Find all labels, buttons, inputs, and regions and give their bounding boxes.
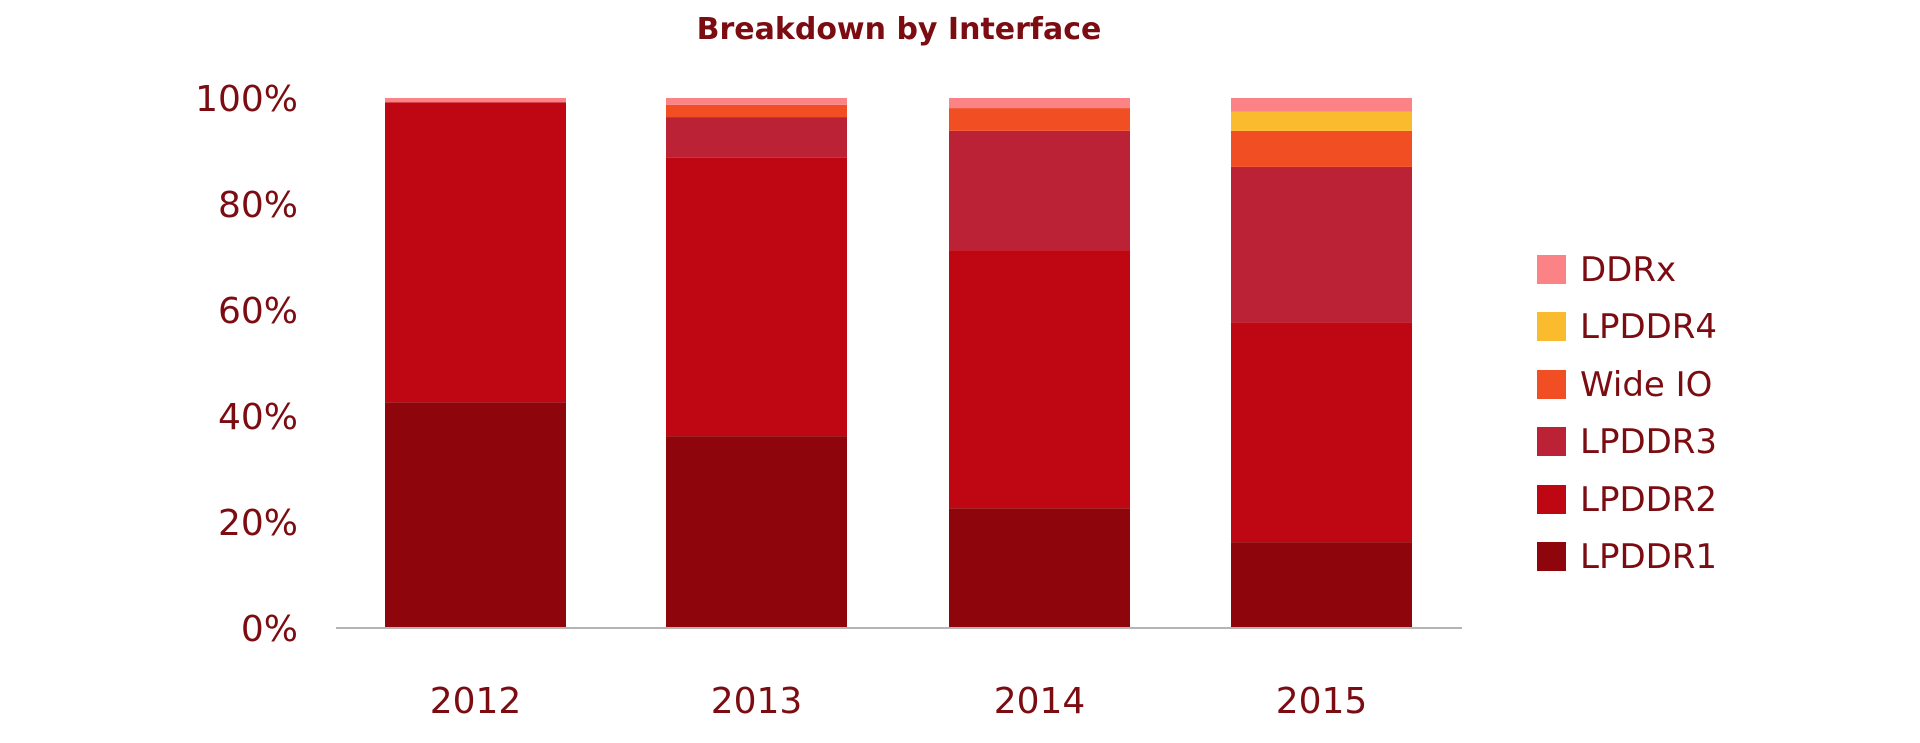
legend-label: LPDDR4 <box>1580 307 1717 347</box>
bar-segment-lpddr3 <box>949 130 1130 251</box>
x-tick-label: 2013 <box>711 681 803 722</box>
y-tick-label: 100% <box>195 79 298 120</box>
legend-swatch <box>1537 370 1566 399</box>
legend-item-lpddr2: LPDDR2 <box>1537 480 1717 520</box>
legend-swatch <box>1537 255 1566 284</box>
bar-segment-lpddr2 <box>1231 322 1412 543</box>
bar-2014 <box>949 98 1130 628</box>
bar-segment-lpddr4 <box>1231 111 1412 131</box>
legend-item-lpddr1: LPDDR1 <box>1537 537 1717 577</box>
bar-segment-lpddr2 <box>949 250 1130 509</box>
y-axis-ticks: 0% 20% 40% 60% 80% 100% <box>195 79 298 650</box>
x-tick-label: 2014 <box>994 681 1086 722</box>
bar-segment-wide-io <box>1231 130 1412 167</box>
legend-swatch <box>1537 542 1566 571</box>
y-tick-label: 20% <box>218 503 298 544</box>
legend-item-lpddr4: LPDDR4 <box>1537 307 1717 347</box>
bar-segment-ddrx <box>949 98 1130 109</box>
legend-label: LPDDR2 <box>1580 480 1717 520</box>
legend-swatch <box>1537 312 1566 341</box>
legend-item-lpddr3: LPDDR3 <box>1537 422 1717 462</box>
legend-label: Wide IO <box>1580 365 1712 405</box>
bar-segment-lpddr1 <box>949 508 1130 628</box>
bar-segment-wide-io <box>949 108 1130 131</box>
bar-segment-wide-io <box>666 104 847 118</box>
bar-segment-ddrx <box>385 98 566 103</box>
x-tick-label: 2012 <box>430 681 522 722</box>
legend-swatch <box>1537 427 1566 456</box>
bars <box>385 98 1412 628</box>
legend-item-wide-io: Wide IO <box>1537 365 1712 405</box>
bar-segment-lpddr3 <box>666 117 847 158</box>
bar-segment-lpddr1 <box>666 436 847 628</box>
stacked-bar-chart: Breakdown by Interface 0% 20% 40% 60% 80% 100… <box>195 12 1717 722</box>
bar-segment-ddrx <box>1231 98 1412 112</box>
chart-title: Breakdown by Interface <box>697 12 1102 47</box>
y-tick-label: 60% <box>218 291 298 332</box>
legend-label: DDRx <box>1580 250 1676 290</box>
legend: DDRx LPDDR4 Wide IO LPDDR3 LPDDR2 LPDDR1 <box>1537 250 1717 577</box>
bar-2015 <box>1231 98 1412 628</box>
bar-segment-ddrx <box>666 98 847 105</box>
bar-2012 <box>385 98 566 628</box>
y-tick-label: 80% <box>218 185 298 226</box>
legend-label: LPDDR1 <box>1580 537 1717 577</box>
bar-segment-lpddr3 <box>1231 166 1412 323</box>
x-axis-labels: 2012 2013 2014 2015 <box>430 681 1368 722</box>
legend-swatch <box>1537 485 1566 514</box>
bar-2013 <box>666 98 847 628</box>
legend-label: LPDDR3 <box>1580 422 1717 462</box>
bar-segment-lpddr2 <box>385 102 566 403</box>
bar-segment-lpddr1 <box>385 402 566 628</box>
legend-item-ddrx: DDRx <box>1537 250 1676 290</box>
bar-segment-lpddr2 <box>666 157 847 437</box>
y-tick-label: 0% <box>241 609 298 650</box>
x-tick-label: 2015 <box>1276 681 1368 722</box>
bar-segment-lpddr1 <box>1231 542 1412 628</box>
y-tick-label: 40% <box>218 397 298 438</box>
